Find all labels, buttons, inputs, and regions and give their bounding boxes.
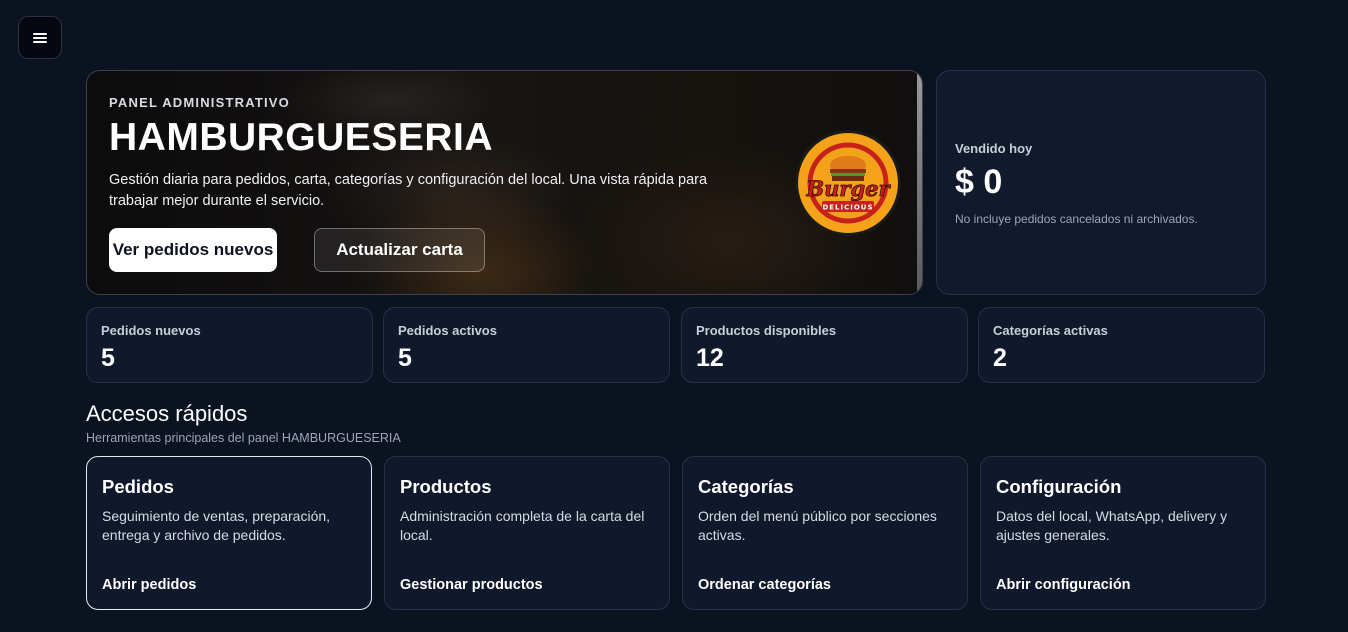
manage-products-link[interactable]: Gestionar productos <box>400 577 543 593</box>
hero-description: Gestión diaria para pedidos, carta, cate… <box>109 172 708 209</box>
quick-card-description: Orden del menú público por secciones act… <box>698 508 937 543</box>
sold-today-value: $ 0 <box>955 163 1003 201</box>
sold-today-card: Vendido hoy $ 0 No incluye pedidos cance… <box>936 70 1266 295</box>
stat-label: Pedidos nuevos <box>101 323 201 338</box>
open-settings-link[interactable]: Abrir configuración <box>996 577 1131 593</box>
quick-card-categories[interactable]: Categorías Orden del menú público por se… <box>682 456 968 610</box>
open-orders-link[interactable]: Abrir pedidos <box>102 577 196 593</box>
quick-access-title: Accesos rápidos <box>86 401 248 426</box>
view-new-orders-button[interactable]: Ver pedidos nuevos <box>109 228 277 272</box>
stat-new-orders: Pedidos nuevos 5 <box>86 307 373 383</box>
sold-today-note: No incluye pedidos cancelados ni archiva… <box>955 212 1198 226</box>
stat-value: 2 <box>993 344 1007 372</box>
quick-card-products[interactable]: Productos Administración completa de la … <box>384 456 670 610</box>
quick-card-description: Seguimiento de ventas, preparación, entr… <box>102 508 331 543</box>
stat-active-orders: Pedidos activos 5 <box>383 307 670 383</box>
quick-card-description: Datos del local, WhatsApp, delivery y aj… <box>996 508 1228 543</box>
hero-banner: PANEL ADMINISTRATIVO HAMBURGUESERIA Gest… <box>86 70 923 295</box>
stat-available-products: Productos disponibles 12 <box>681 307 968 383</box>
order-categories-link[interactable]: Ordenar categorías <box>698 577 831 593</box>
stat-active-categories: Categorías activas 2 <box>978 307 1265 383</box>
stat-value: 12 <box>696 344 724 372</box>
quick-card-title: Productos <box>400 476 492 497</box>
quick-card-orders[interactable]: Pedidos Seguimiento de ventas, preparaci… <box>86 456 372 610</box>
hero-title: HAMBURGUESERIA <box>109 116 494 159</box>
burger-logo: Burger DELICIOUS <box>795 130 901 236</box>
quick-card-title: Configuración <box>996 476 1122 497</box>
quick-card-description: Administración completa de la carta del … <box>400 508 645 543</box>
hero-kicker: PANEL ADMINISTRATIVO <box>109 95 290 110</box>
hamburger-menu-icon <box>33 32 47 43</box>
quick-card-title: Pedidos <box>102 476 174 497</box>
quick-card-title: Categorías <box>698 476 794 497</box>
stat-label: Productos disponibles <box>696 323 837 338</box>
sold-today-label: Vendido hoy <box>955 141 1033 156</box>
stat-value: 5 <box>101 344 115 372</box>
logo-sub-text: DELICIOUS <box>822 204 873 212</box>
stat-label: Categorías activas <box>993 323 1108 338</box>
logo-main-text: Burger <box>805 176 891 201</box>
stat-value: 5 <box>398 344 412 372</box>
menu-button[interactable] <box>18 16 62 59</box>
update-menu-button[interactable]: Actualizar carta <box>314 228 485 272</box>
stat-label: Pedidos activos <box>398 323 497 338</box>
quick-card-settings[interactable]: Configuración Datos del local, WhatsApp,… <box>980 456 1266 610</box>
quick-access-subtitle: Herramientas principales del panel HAMBU… <box>86 431 401 445</box>
